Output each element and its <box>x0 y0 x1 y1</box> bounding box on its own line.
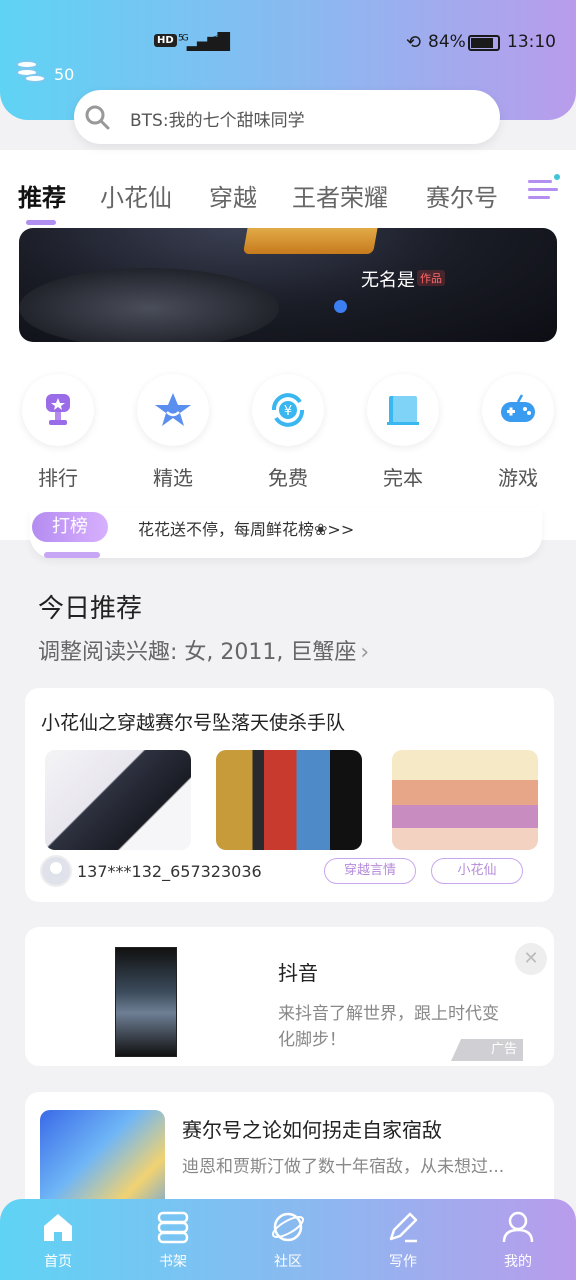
nav-label: 首页 <box>44 1254 72 1270</box>
book-cover-image <box>216 750 362 850</box>
quick-nav-label: 完本 <box>383 466 423 490</box>
ad-title: 抖音 <box>278 961 318 985</box>
tab-saierhao[interactable]: 赛尔号 <box>426 178 498 213</box>
battery-icon <box>468 35 500 51</box>
banner-tag: 作品 <box>417 270 445 286</box>
tab-wangzherongyao[interactable]: 王者荣耀 <box>292 178 388 213</box>
ad-label: 广告 <box>451 1039 523 1061</box>
gamepad-icon <box>501 394 535 422</box>
close-icon[interactable]: ✕ <box>515 943 547 975</box>
bookshelf-icon <box>157 1211 189 1244</box>
banner-carousel[interactable]: 无名是 作品 <box>19 228 557 342</box>
bottom-nav: 首页 书架 社区 写作 我的 <box>0 1199 576 1280</box>
more-categories-icon[interactable] <box>528 174 562 206</box>
coin-count: 50 <box>54 65 75 84</box>
home-icon <box>44 1214 72 1241</box>
quick-nav-label: 精选 <box>153 466 193 490</box>
hd-indicator: HD <box>154 34 177 47</box>
nav-label: 写作 <box>389 1254 417 1270</box>
banner-artwork <box>19 268 279 342</box>
genre-tag[interactable]: 小花仙 <box>431 858 523 884</box>
reading-interest-text: 调整阅读兴趣: 女, 2011, 巨蟹座 <box>38 640 357 665</box>
status-bar: HD 5G▂▄▆█ ⌔ ⟲ 84% 13:10 <box>0 28 576 60</box>
trophy-icon <box>46 394 70 425</box>
coins-icon <box>14 58 48 90</box>
tab-recommend[interactable]: 推荐 <box>18 178 66 213</box>
search-icon <box>85 105 110 130</box>
clock: 13:10 <box>507 32 556 52</box>
quick-nav-ranking[interactable]: 排行 <box>18 374 98 494</box>
nav-label: 我的 <box>504 1254 532 1270</box>
recommend-header: 今日推荐 <box>38 588 142 625</box>
star-icon <box>155 393 191 426</box>
quick-nav-label: 免费 <box>268 466 308 490</box>
nav-home[interactable]: 首页 <box>8 1199 108 1280</box>
nav-bookshelf[interactable]: 书架 <box>123 1199 223 1280</box>
quick-nav-label: 排行 <box>38 466 78 490</box>
book-cover-image <box>392 750 538 850</box>
svg-text:¥: ¥ <box>284 404 292 419</box>
author-name[interactable]: 137***132_657323036 <box>77 862 262 881</box>
search-input[interactable]: BTS:我的七个甜味同学 <box>74 90 500 144</box>
genre-tag[interactable]: 穿越言情 <box>324 858 416 884</box>
quick-nav-featured[interactable]: 精选 <box>133 374 213 494</box>
book-cover-image <box>45 750 191 850</box>
notice-badge: 打榜 <box>32 512 108 542</box>
nav-community[interactable]: 社区 <box>238 1199 338 1280</box>
tab-chuanyue[interactable]: 穿越 <box>209 178 257 213</box>
tab-xiaohuaxian[interactable]: 小花仙 <box>100 178 172 213</box>
book-description: 迪恩和贾斯汀做了数十年宿敌，从未想过... <box>182 1157 505 1177</box>
nav-label: 社区 <box>274 1254 302 1270</box>
ad-image <box>115 947 177 1057</box>
banner-title: 无名是 <box>361 270 415 291</box>
planet-icon <box>271 1212 305 1242</box>
notice-bar[interactable]: 打榜 花花送不停，每周鲜花榜❀>> <box>30 508 542 558</box>
carousel-indicator <box>334 300 347 313</box>
nav-profile[interactable]: 我的 <box>468 1199 568 1280</box>
quick-nav-games[interactable]: 游戏 <box>478 374 558 494</box>
yen-refresh-icon: ¥ <box>272 393 304 427</box>
reading-interest-link[interactable]: 调整阅读兴趣: 女, 2011, 巨蟹座 › <box>38 634 369 666</box>
rotation-lock-icon: ⟲ <box>406 32 422 53</box>
category-tabs: 推荐 小花仙 穿越 王者荣耀 赛尔号 <box>0 168 576 225</box>
section-title: 今日推荐 <box>38 594 143 624</box>
pen-icon <box>389 1212 418 1243</box>
quick-nav-completed[interactable]: 完本 <box>363 374 443 494</box>
quick-nav-free[interactable]: ¥ 免费 <box>248 374 328 494</box>
search-placeholder: BTS:我的七个甜味同学 <box>130 111 305 131</box>
quick-nav: 排行 精选 ¥ 免费 完本 游戏 <box>0 374 576 494</box>
nav-label: 书架 <box>159 1254 187 1270</box>
chevron-right-icon: › <box>360 640 370 665</box>
user-icon <box>502 1211 534 1243</box>
book-title: 赛尔号之论如何拐走自家宿敌 <box>182 1118 442 1142</box>
book-icon <box>387 396 419 425</box>
book-title: 小花仙之穿越赛尔号坠落天使杀手队 <box>41 712 346 734</box>
avatar[interactable] <box>40 855 72 887</box>
nav-write[interactable]: 写作 <box>353 1199 453 1280</box>
banner-logo-art <box>242 228 382 254</box>
notice-text: 花花送不停，每周鲜花榜❀>> <box>138 520 355 539</box>
active-tab-indicator <box>26 220 56 225</box>
quick-nav-label: 游戏 <box>498 466 538 490</box>
wifi-icon: ⌔ <box>210 31 227 52</box>
battery-percent: 84% <box>428 32 466 52</box>
book-card[interactable]: 小花仙之穿越赛尔号坠落天使杀手队 137***132_657323036 穿越言… <box>25 688 554 902</box>
notice-badge-shadow <box>44 552 100 558</box>
ad-card[interactable]: 抖音 来抖音了解世界，跟上时代变化脚步！ ✕ 广告 <box>25 927 554 1066</box>
